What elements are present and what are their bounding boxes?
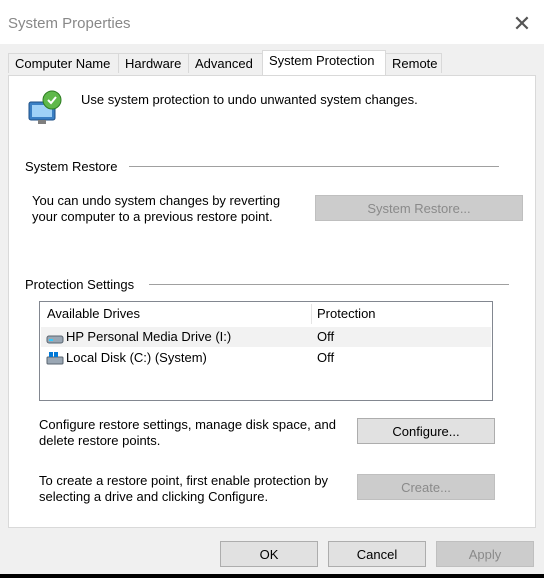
- create-description: To create a restore point, first enable …: [39, 473, 328, 505]
- system-properties-window: System Properties ✕ Computer Name Hardwa…: [0, 0, 544, 574]
- column-header-drives[interactable]: Available Drives: [47, 302, 140, 326]
- divider: [149, 284, 509, 285]
- divider: [129, 166, 499, 167]
- drive-protection-status: Off: [317, 350, 335, 365]
- drive-protection-status: Off: [317, 329, 335, 344]
- title-bar: System Properties ✕: [0, 0, 544, 44]
- configure-description: Configure restore settings, manage disk …: [39, 417, 336, 449]
- drive-name: Local Disk (C:) (System): [66, 350, 207, 365]
- system-protection-panel: Use system protection to undo unwanted s…: [8, 75, 536, 528]
- ok-button[interactable]: OK: [220, 541, 318, 567]
- system-protection-icon: [25, 88, 65, 128]
- column-separator: [311, 304, 312, 324]
- system-restore-button[interactable]: System Restore...: [315, 195, 523, 221]
- drive-name: HP Personal Media Drive (I:): [66, 329, 232, 344]
- tab-hardware[interactable]: Hardware: [118, 53, 189, 73]
- configure-desc-line1: Configure restore settings, manage disk …: [39, 417, 337, 432]
- drive-row[interactable]: Local Disk (C:) (System) Off: [41, 348, 491, 368]
- close-button[interactable]: ✕: [508, 10, 536, 38]
- system-drive-icon: [46, 351, 64, 371]
- drive-row[interactable]: HP Personal Media Drive (I:) Off: [41, 327, 491, 347]
- close-icon: ✕: [512, 11, 532, 36]
- create-button[interactable]: Create...: [357, 474, 495, 500]
- tab-advanced[interactable]: Advanced: [188, 53, 263, 73]
- tab-computer-name[interactable]: Computer Name: [8, 53, 119, 73]
- configure-button[interactable]: Configure...: [357, 418, 495, 444]
- cancel-button[interactable]: Cancel: [328, 541, 426, 567]
- restore-description: You can undo system changes by reverting…: [32, 193, 280, 225]
- create-desc-line1: To create a restore point, first enable …: [39, 473, 329, 488]
- header-description: Use system protection to undo unwanted s…: [81, 92, 418, 107]
- restore-desc-line2: your computer to a previous restore poin…: [32, 209, 273, 224]
- column-header-protection[interactable]: Protection: [317, 302, 376, 326]
- system-restore-group-label: System Restore: [25, 159, 126, 174]
- drives-list[interactable]: Available Drives Protection HP Personal …: [39, 301, 493, 401]
- tab-remote[interactable]: Remote: [385, 53, 442, 73]
- restore-desc-line1: You can undo system changes by reverting: [32, 193, 281, 208]
- protection-settings-group-label: Protection Settings: [25, 277, 143, 292]
- configure-desc-line2: delete restore points.: [39, 433, 161, 448]
- create-desc-line2: selecting a drive and clicking Configure…: [39, 489, 269, 504]
- apply-button[interactable]: Apply: [436, 541, 534, 567]
- window-title: System Properties: [8, 15, 131, 32]
- tab-system-protection[interactable]: System Protection: [262, 50, 386, 75]
